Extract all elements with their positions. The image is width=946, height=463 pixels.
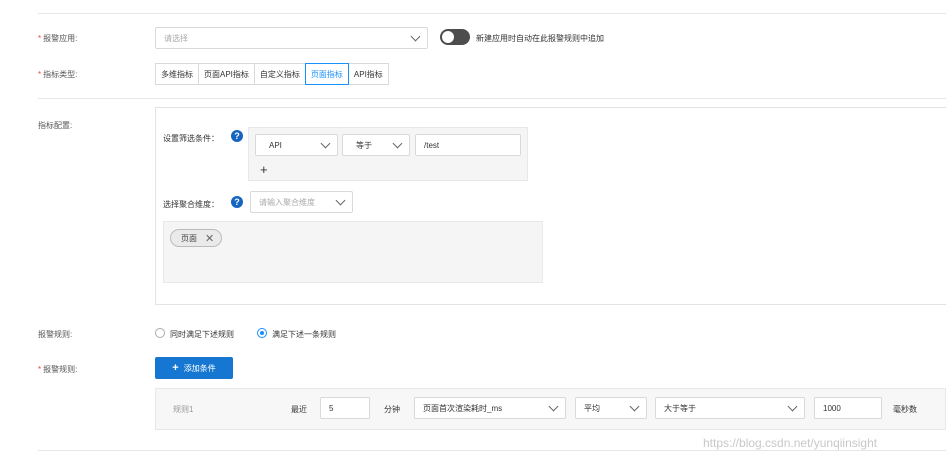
rule-threshold-input[interactable]: 1000 <box>814 397 882 419</box>
dimension-chip: 页面 ✕ <box>170 229 223 247</box>
chevron-down-icon <box>392 138 403 149</box>
chevron-down-icon <box>629 401 640 412</box>
auto-append-toggle[interactable] <box>440 29 470 45</box>
rule-name: 规则1 <box>173 405 194 414</box>
alert-app-select[interactable]: 请选择 <box>155 27 428 49</box>
rule-comparator-select[interactable]: 大于等于 <box>655 397 805 419</box>
rule-minutes-input[interactable]: 5 <box>320 397 370 419</box>
add-condition-label: 添加条件 <box>183 363 216 373</box>
chevron-down-icon <box>410 31 421 42</box>
plus-icon: + <box>172 362 179 374</box>
filter-condition-label: 设置筛选条件： <box>163 134 219 143</box>
metric-type-label: * 指标类型: <box>38 70 78 79</box>
tab-page-api[interactable]: 页面API指标 <box>198 63 255 85</box>
toggle-knob <box>442 31 454 43</box>
required-mark: * <box>38 70 42 79</box>
tab-api[interactable]: API指标 <box>347 63 389 85</box>
filter-value-text: /test <box>424 140 440 150</box>
tab-page[interactable]: 页面指标 <box>304 63 349 85</box>
chevron-down-icon <box>320 138 331 149</box>
alert-rule-mode-label: 报警规则: <box>38 330 73 339</box>
dimension-chip-box <box>163 221 543 283</box>
chevron-down-icon <box>548 401 559 412</box>
add-filter-plus-icon[interactable]: + <box>260 163 268 176</box>
chevron-down-icon <box>787 401 798 412</box>
chevron-down-icon <box>335 195 346 206</box>
metric-type-tabs: 多维指标 页面API指标 自定义指标 页面指标 API指标 <box>155 63 389 85</box>
top-divider <box>38 13 946 14</box>
rule-aggregation-select[interactable]: 平均 <box>575 397 647 419</box>
rule-comparator-value: 大于等于 <box>664 403 696 413</box>
watermark: https://blog.csdn.net/yunqiinsight <box>703 436 878 450</box>
auto-append-label: 新建应用时自动在此报警规则中追加 <box>476 34 604 43</box>
filter-field-select[interactable]: API <box>255 134 338 156</box>
add-condition-button[interactable]: + 添加条件 <box>155 357 233 379</box>
required-mark: * <box>38 34 42 43</box>
help-icon[interactable]: ? <box>231 130 243 142</box>
help-icon[interactable]: ? <box>231 196 243 208</box>
tab-multi-dimension[interactable]: 多维指标 <box>155 63 199 85</box>
tab-custom[interactable]: 自定义指标 <box>253 63 306 85</box>
rule-metric-select[interactable]: 页面首次渲染耗时_ms <box>414 397 566 419</box>
filter-operator-value: 等于 <box>356 140 372 150</box>
dimension-chip-label: 页面 <box>181 233 197 243</box>
rule-aggregation-value: 平均 <box>584 403 600 413</box>
alert-rules-label: * 报警规则: <box>38 365 78 374</box>
alert-app-placeholder: 请选择 <box>164 33 188 43</box>
rule-threshold-unit: 毫秒数 <box>893 405 917 414</box>
aggregate-dimension-placeholder: 请输入聚合维度 <box>259 197 315 207</box>
rule-recent-label: 最近 <box>291 405 307 414</box>
radio-any-rule-label: 满足下述一条规则 <box>272 330 336 339</box>
radio-any-rule[interactable] <box>257 328 267 338</box>
radio-all-rules-label: 同时满足下述规则 <box>170 330 234 339</box>
section-divider <box>38 98 946 99</box>
radio-all-rules[interactable] <box>155 328 165 338</box>
metric-config-label: 指标配置: <box>38 121 73 130</box>
close-icon[interactable]: ✕ <box>205 232 214 245</box>
rule-metric-value: 页面首次渲染耗时_ms <box>423 403 503 413</box>
aggregate-dimension-select[interactable]: 请输入聚合维度 <box>250 191 353 213</box>
rule-threshold-value: 1000 <box>823 403 841 413</box>
filter-field-value: API <box>269 140 282 150</box>
aggregate-dimension-label: 选择聚合维度： <box>163 200 219 209</box>
bottom-divider <box>38 450 946 451</box>
filter-value-input[interactable]: /test <box>415 134 521 156</box>
rule-minutes-value: 5 <box>329 403 334 413</box>
required-mark: * <box>38 365 42 374</box>
filter-operator-select[interactable]: 等于 <box>342 134 410 156</box>
rule-minutes-unit: 分钟 <box>384 405 400 414</box>
alert-app-label: * 报警应用: <box>38 34 78 43</box>
